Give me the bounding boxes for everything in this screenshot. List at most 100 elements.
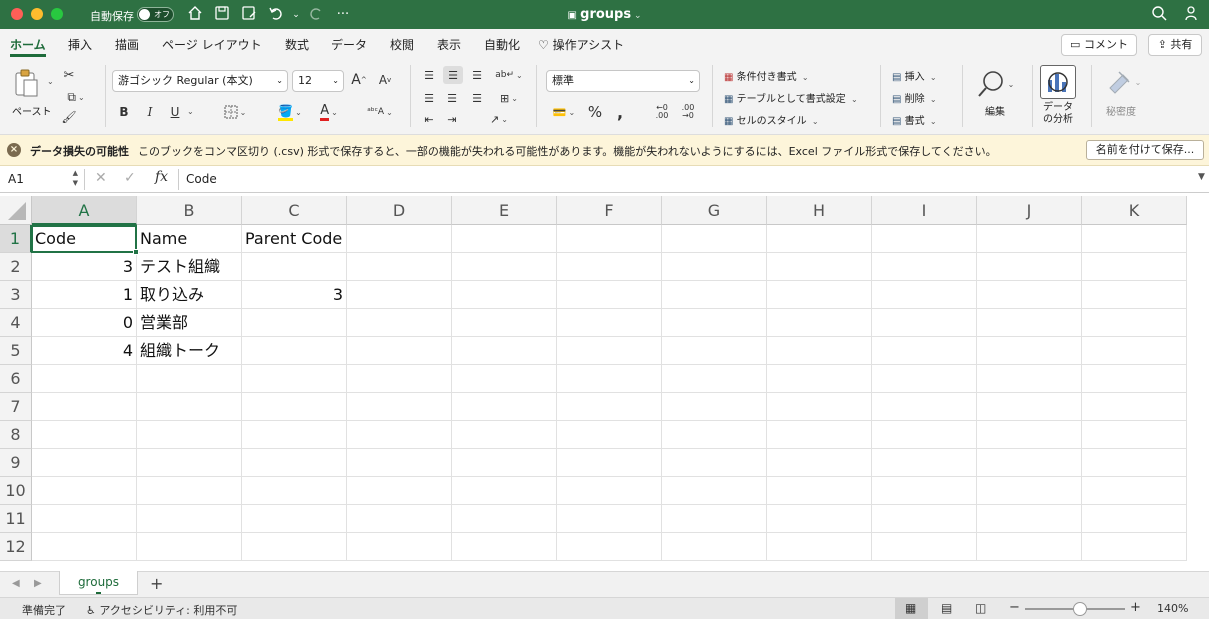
cell-D6[interactable] xyxy=(347,365,452,393)
cell-E8[interactable] xyxy=(452,421,557,449)
cell-C7[interactable] xyxy=(242,393,347,421)
cell-I9[interactable] xyxy=(872,449,977,477)
cell-C6[interactable] xyxy=(242,365,347,393)
increase-indent-icon[interactable]: ⇥ xyxy=(443,111,461,127)
underline-dropdown-icon[interactable]: ⌄ xyxy=(187,107,194,116)
cell-E3[interactable] xyxy=(452,281,557,309)
cell-E6[interactable] xyxy=(452,365,557,393)
cell-D3[interactable] xyxy=(347,281,452,309)
zoom-level[interactable]: 140% xyxy=(1157,602,1188,615)
cell-F1[interactable] xyxy=(557,225,662,253)
cell-G12[interactable] xyxy=(662,533,767,561)
cell-H12[interactable] xyxy=(767,533,872,561)
save-as-icon[interactable] xyxy=(239,5,259,25)
cell-A12[interactable] xyxy=(32,533,137,561)
decrease-font-icon[interactable]: Av xyxy=(376,71,394,89)
row-header-9[interactable]: 9 xyxy=(0,449,32,477)
tab-page-layout[interactable]: ページ レイアウト xyxy=(162,36,262,53)
save-as-button[interactable]: 名前を付けて保存... xyxy=(1086,140,1204,160)
percent-icon[interactable]: % xyxy=(586,103,604,121)
cell-D8[interactable] xyxy=(347,421,452,449)
tell-me-tab[interactable]: ♡ 操作アシスト xyxy=(538,36,624,53)
cell-D2[interactable] xyxy=(347,253,452,281)
align-bottom-icon[interactable]: ☰ xyxy=(468,67,486,83)
page-break-view-icon[interactable]: ◫ xyxy=(975,601,986,615)
number-format-select[interactable]: 標準 ⌄ xyxy=(546,70,700,92)
accessibility-status[interactable]: ♿ アクセシビリティ: 利用不可 xyxy=(86,602,237,618)
account-icon[interactable] xyxy=(1182,5,1202,25)
name-box[interactable]: A1 ▲ ▼ xyxy=(4,168,80,190)
cell-A8[interactable] xyxy=(32,421,137,449)
cell-H11[interactable] xyxy=(767,505,872,533)
cell-C9[interactable] xyxy=(242,449,347,477)
cell-F5[interactable] xyxy=(557,337,662,365)
cell-A9[interactable] xyxy=(32,449,137,477)
cell-H8[interactable] xyxy=(767,421,872,449)
cell-E1[interactable] xyxy=(452,225,557,253)
cell-H6[interactable] xyxy=(767,365,872,393)
cell-F10[interactable] xyxy=(557,477,662,505)
cell-D4[interactable] xyxy=(347,309,452,337)
cell-D9[interactable] xyxy=(347,449,452,477)
tab-automate[interactable]: 自動化 xyxy=(484,36,520,53)
cell-D10[interactable] xyxy=(347,477,452,505)
more-icon[interactable]: ··· xyxy=(333,5,353,25)
fill-handle[interactable] xyxy=(133,249,139,255)
cell-E5[interactable] xyxy=(452,337,557,365)
cell-E2[interactable] xyxy=(452,253,557,281)
close-window-button[interactable] xyxy=(11,8,23,20)
wrap-text-icon[interactable]: ab↵ ⌄ xyxy=(494,67,524,83)
cell-B11[interactable] xyxy=(137,505,242,533)
cell-B9[interactable] xyxy=(137,449,242,477)
cell-B2[interactable]: テスト組織 xyxy=(137,253,242,281)
analyze-data-button[interactable] xyxy=(1040,65,1076,99)
column-header-F[interactable]: F xyxy=(557,196,662,225)
cell-K7[interactable] xyxy=(1082,393,1187,421)
cell-I5[interactable] xyxy=(872,337,977,365)
decrease-decimal-icon[interactable]: .00 →0 xyxy=(678,103,698,121)
cell-K11[interactable] xyxy=(1082,505,1187,533)
row-header-2[interactable]: 2 xyxy=(0,253,32,281)
cell-J12[interactable] xyxy=(977,533,1082,561)
cell-G3[interactable] xyxy=(662,281,767,309)
cell-I2[interactable] xyxy=(872,253,977,281)
align-center-icon[interactable]: ☰ xyxy=(443,90,461,106)
align-middle-icon[interactable]: ☰ xyxy=(443,66,463,84)
column-header-J[interactable]: J xyxy=(977,196,1082,225)
cell-D12[interactable] xyxy=(347,533,452,561)
cell-G1[interactable] xyxy=(662,225,767,253)
cell-G6[interactable] xyxy=(662,365,767,393)
column-header-C[interactable]: C xyxy=(242,196,347,225)
cell-A11[interactable] xyxy=(32,505,137,533)
row-header-4[interactable]: 4 xyxy=(0,309,32,337)
delete-cells-button[interactable]: ▤ 削除 ⌄ xyxy=(892,90,937,105)
cell-K3[interactable] xyxy=(1082,281,1187,309)
cell-I7[interactable] xyxy=(872,393,977,421)
share-button[interactable]: ⇪ 共有 xyxy=(1148,34,1202,56)
cell-G4[interactable] xyxy=(662,309,767,337)
cell-J5[interactable] xyxy=(977,337,1082,365)
row-header-10[interactable]: 10 xyxy=(0,477,32,505)
cell-C8[interactable] xyxy=(242,421,347,449)
minimize-window-button[interactable] xyxy=(31,8,43,20)
cell-J7[interactable] xyxy=(977,393,1082,421)
cell-D11[interactable] xyxy=(347,505,452,533)
insert-function-button[interactable]: fx xyxy=(155,169,168,185)
cell-K6[interactable] xyxy=(1082,365,1187,393)
next-sheet-icon[interactable]: ▶ xyxy=(34,578,42,589)
cell-H9[interactable] xyxy=(767,449,872,477)
cell-J6[interactable] xyxy=(977,365,1082,393)
cell-C3[interactable]: 3 xyxy=(242,281,347,309)
cell-B10[interactable] xyxy=(137,477,242,505)
border-button[interactable]: ⌄ xyxy=(220,103,250,121)
close-message-icon[interactable]: × xyxy=(7,143,21,157)
cell-E7[interactable] xyxy=(452,393,557,421)
cell-J4[interactable] xyxy=(977,309,1082,337)
worksheet-grid[interactable]: ABCDEFGHIJK 1 2 3 4 5 6 7 8 9 10 11 12 Code Name Pare… xyxy=(0,196,1209,571)
cell-J2[interactable] xyxy=(977,253,1082,281)
cell-A6[interactable] xyxy=(32,365,137,393)
cell-F6[interactable] xyxy=(557,365,662,393)
comment-button[interactable]: ▭ コメント xyxy=(1061,34,1137,56)
cell-H4[interactable] xyxy=(767,309,872,337)
paste-button[interactable] xyxy=(12,67,40,99)
